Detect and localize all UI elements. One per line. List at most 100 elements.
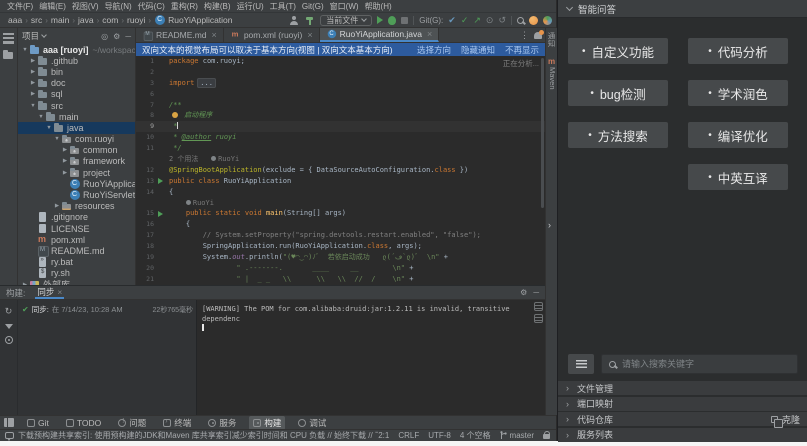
clone-button[interactable]: 克隆 [771, 413, 800, 426]
code-line[interactable]: 12@SpringBootApplication(exclude = { Dat… [136, 165, 545, 176]
chevron-icon[interactable]: ▶ [61, 147, 69, 153]
tree-item[interactable]: README.md [18, 245, 135, 256]
chevron-icon[interactable]: ▶ [29, 58, 37, 64]
ai-panel-header[interactable]: 智能问答 [558, 0, 807, 18]
git-push-icon[interactable]: ↗ [473, 16, 481, 25]
code-line[interactable]: 2 个用法 RuoYi [136, 154, 545, 165]
breadcrumb-item[interactable]: java [78, 15, 94, 25]
tree-item[interactable]: ▼main [18, 111, 135, 122]
locate-file-icon[interactable]: ◎ [101, 32, 108, 41]
tree-item[interactable]: ▶.github [18, 55, 135, 66]
banner-action[interactable]: 选择方向 [417, 44, 451, 56]
build-settings-icon[interactable] [5, 336, 13, 344]
build-tab-sync[interactable]: 同步× [35, 286, 64, 299]
ai-section-header[interactable]: ›代码仓库克隆 [558, 412, 807, 426]
menu-item[interactable]: 帮助(H) [362, 1, 395, 12]
breadcrumb-item[interactable]: ruoyi [127, 15, 145, 25]
run-button[interactable] [377, 16, 383, 24]
notification-bell-icon[interactable] [534, 32, 542, 39]
close-icon[interactable]: × [427, 29, 432, 39]
chevron-icon[interactable]: ▼ [45, 125, 53, 131]
stripe-toggle-icon[interactable] [4, 418, 14, 427]
code-line[interactable]: 15 public static void main(String[] args… [136, 208, 545, 219]
status-segment[interactable]: UTF-8 [428, 431, 451, 440]
code-line[interactable]: 14{ [136, 187, 545, 198]
git-rollback-icon[interactable]: ↺ [498, 16, 506, 25]
breadcrumb-item[interactable]: RuoYiApplication [154, 15, 232, 25]
ai-function-button[interactable]: •编译优化 [688, 122, 788, 148]
menu-item[interactable]: 编辑(E) [36, 1, 69, 12]
filter-icon[interactable] [5, 324, 13, 329]
menu-item[interactable]: 工具(T) [267, 1, 299, 12]
chevron-icon[interactable]: ▼ [53, 136, 61, 142]
status-segment[interactable]: 2:1 [378, 431, 389, 440]
project-tool-icon[interactable] [3, 33, 14, 44]
ai-function-button[interactable]: •代码分析 [688, 38, 788, 64]
build-hammer-icon[interactable] [304, 15, 315, 26]
hide-panel-icon[interactable]: ─ [125, 32, 131, 41]
build-console[interactable]: [WARNING] The POM for com.alibaba:druid:… [196, 300, 545, 415]
code-line[interactable]: 2 [136, 67, 545, 78]
tree-item[interactable]: ▼java [18, 122, 135, 133]
menu-item[interactable]: 文件(F) [4, 1, 36, 12]
tree-item[interactable]: ▶common [18, 145, 135, 156]
tree-item[interactable]: .gitignore [18, 212, 135, 223]
stop-button[interactable] [401, 17, 408, 24]
code-line[interactable]: 1package com.ruoyi; [136, 56, 545, 67]
tree-item[interactable]: ▶bin [18, 66, 135, 77]
chevron-icon[interactable]: ▶ [29, 69, 37, 75]
ai-section-header[interactable]: ›端口映射 [558, 397, 807, 411]
breadcrumb-item[interactable]: com [102, 15, 118, 25]
hide-panel-icon[interactable]: ─ [533, 288, 539, 297]
git-branch-widget[interactable]: master [500, 431, 534, 440]
editor-scrollbar[interactable] [541, 58, 544, 208]
ai-function-button[interactable]: •自定义功能 [568, 38, 668, 64]
toolwindow-button-构建[interactable]: 构建 [249, 416, 285, 430]
soft-wrap-icon[interactable] [534, 302, 543, 311]
tree-item[interactable]: RuoYiApplication [18, 178, 135, 189]
chevron-icon[interactable]: ▶ [61, 170, 69, 176]
close-icon[interactable]: × [57, 287, 62, 297]
user-profile-icon[interactable] [288, 15, 299, 26]
code-line[interactable]: 11 */ [136, 143, 545, 154]
notification-orange-icon[interactable] [529, 16, 538, 25]
breadcrumb-item[interactable]: aaa [8, 15, 22, 25]
code-line[interactable]: 13public class RuoYiApplication [136, 176, 545, 187]
toolwindow-button-服务[interactable]: 服务 [204, 416, 240, 430]
code-line[interactable]: 18 SpringApplication.run(RuoYiApplicatio… [136, 241, 545, 252]
code-line[interactable]: 7/** [136, 100, 545, 111]
toolwindow-button-终端[interactable]: 终端 [159, 416, 195, 430]
chevron-icon[interactable]: ▶ [61, 158, 69, 164]
menu-item[interactable]: 导航(N) [102, 1, 135, 12]
menu-item[interactable]: 重构(R) [168, 1, 201, 12]
chevron-icon[interactable]: ▼ [29, 103, 37, 109]
status-message[interactable]: 下载预构建共享索引: 使用预构建的JDK和Maven 库共享索引减少索引时间和 … [18, 430, 378, 441]
search-everywhere-icon[interactable] [517, 17, 524, 24]
code-line[interactable]: 3import... [136, 78, 545, 89]
code-line[interactable]: 16 { [136, 219, 545, 230]
ai-function-button[interactable]: •方法搜索 [568, 122, 668, 148]
tree-item[interactable]: RuoYiServletInitializer [18, 189, 135, 200]
menu-item[interactable]: 构建(B) [201, 1, 234, 12]
tree-item[interactable]: ▼com.ruoyi [18, 134, 135, 145]
banner-action[interactable]: 不再显示 [505, 44, 539, 56]
tree-item[interactable]: LICENSE [18, 223, 135, 234]
code-line[interactable]: 20 " .-------. ____ __ \n" + [136, 263, 545, 274]
code-line[interactable]: 6 [136, 89, 545, 100]
search-input[interactable] [622, 359, 790, 369]
toolwindow-button-调试[interactable]: 调试 [294, 416, 330, 430]
toolwindow-button-TODO[interactable]: TODO [62, 416, 105, 430]
settings-gear-icon[interactable]: ⚙ [520, 288, 527, 297]
menu-item[interactable]: 运行(U) [234, 1, 267, 12]
tree-item[interactable]: ▶doc [18, 78, 135, 89]
git-history-icon[interactable]: ⊙ [486, 16, 494, 25]
menu-item[interactable]: 窗口(W) [327, 1, 362, 12]
intention-bulb-icon[interactable] [172, 112, 178, 118]
ai-section-header[interactable]: ›文件管理 [558, 381, 807, 395]
breadcrumb-item[interactable]: main [51, 15, 69, 25]
menu-hamburger-button[interactable] [568, 354, 594, 374]
project-panel-title[interactable]: 项目 [22, 30, 46, 42]
close-icon[interactable]: × [212, 30, 217, 40]
code-line[interactable]: 17 // System.setProperty("spring.devtool… [136, 230, 545, 241]
code-editor[interactable]: 1package com.ruoyi;23import...67/**8 启动程… [136, 56, 545, 285]
